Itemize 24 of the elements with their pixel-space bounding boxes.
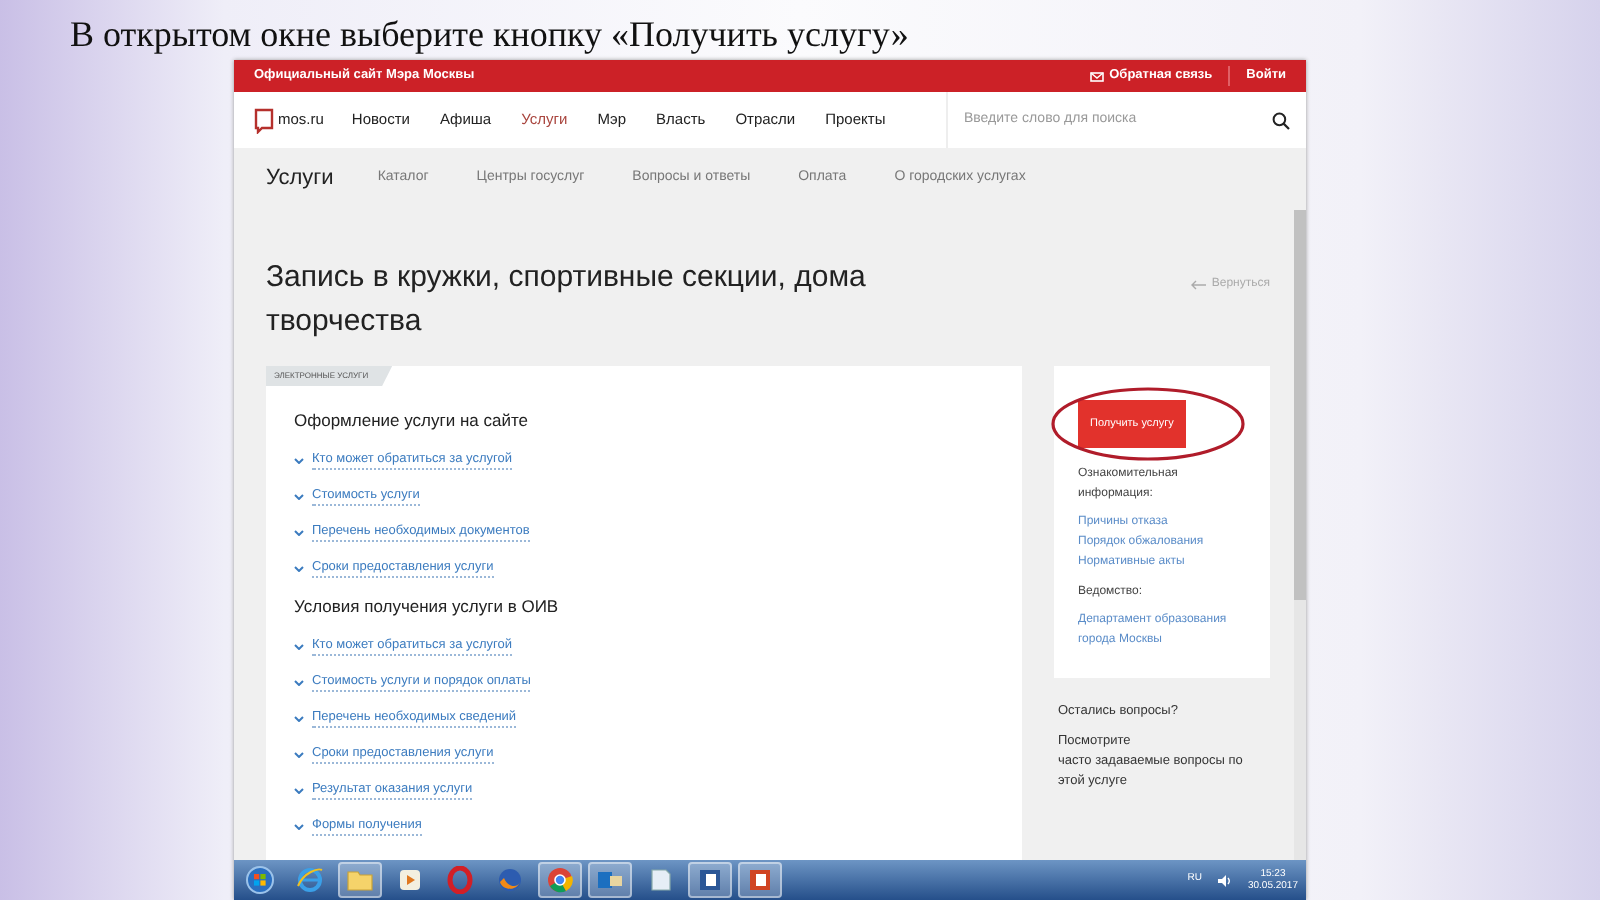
page-title: Запись в кружки, спортивные секции, дома творчества <box>266 258 868 342</box>
search-icon[interactable] <box>1272 111 1290 129</box>
section-title: Услуги <box>266 164 334 195</box>
chevron-icon <box>294 715 304 722</box>
scrollbar[interactable] <box>1294 210 1306 860</box>
chevron-icon <box>294 565 304 572</box>
section-heading: Условия получения услуги в ОИВ <box>294 596 561 617</box>
section-heading: Оформление услуги на сайте <box>294 410 530 431</box>
chevron-icon <box>294 823 304 830</box>
chevron-icon <box>294 643 304 650</box>
document-app-icon[interactable] <box>688 862 732 898</box>
slide-title: В открытом окне выберите кнопку «Получить услугу» <box>68 12 911 58</box>
mail-icon <box>1089 71 1104 81</box>
chevron-icon <box>294 751 304 758</box>
folder-icon[interactable] <box>338 862 382 898</box>
speaker-icon[interactable] <box>1217 873 1232 887</box>
chevron-icon <box>294 457 304 464</box>
chevron-icon <box>294 493 304 500</box>
chevron-icon <box>294 679 304 686</box>
chevron-icon <box>294 529 304 536</box>
chevron-icon <box>294 787 304 794</box>
mail-app-icon[interactable] <box>588 862 632 898</box>
arrow-left-icon <box>1189 280 1206 290</box>
presentation-app-icon[interactable] <box>738 862 782 898</box>
